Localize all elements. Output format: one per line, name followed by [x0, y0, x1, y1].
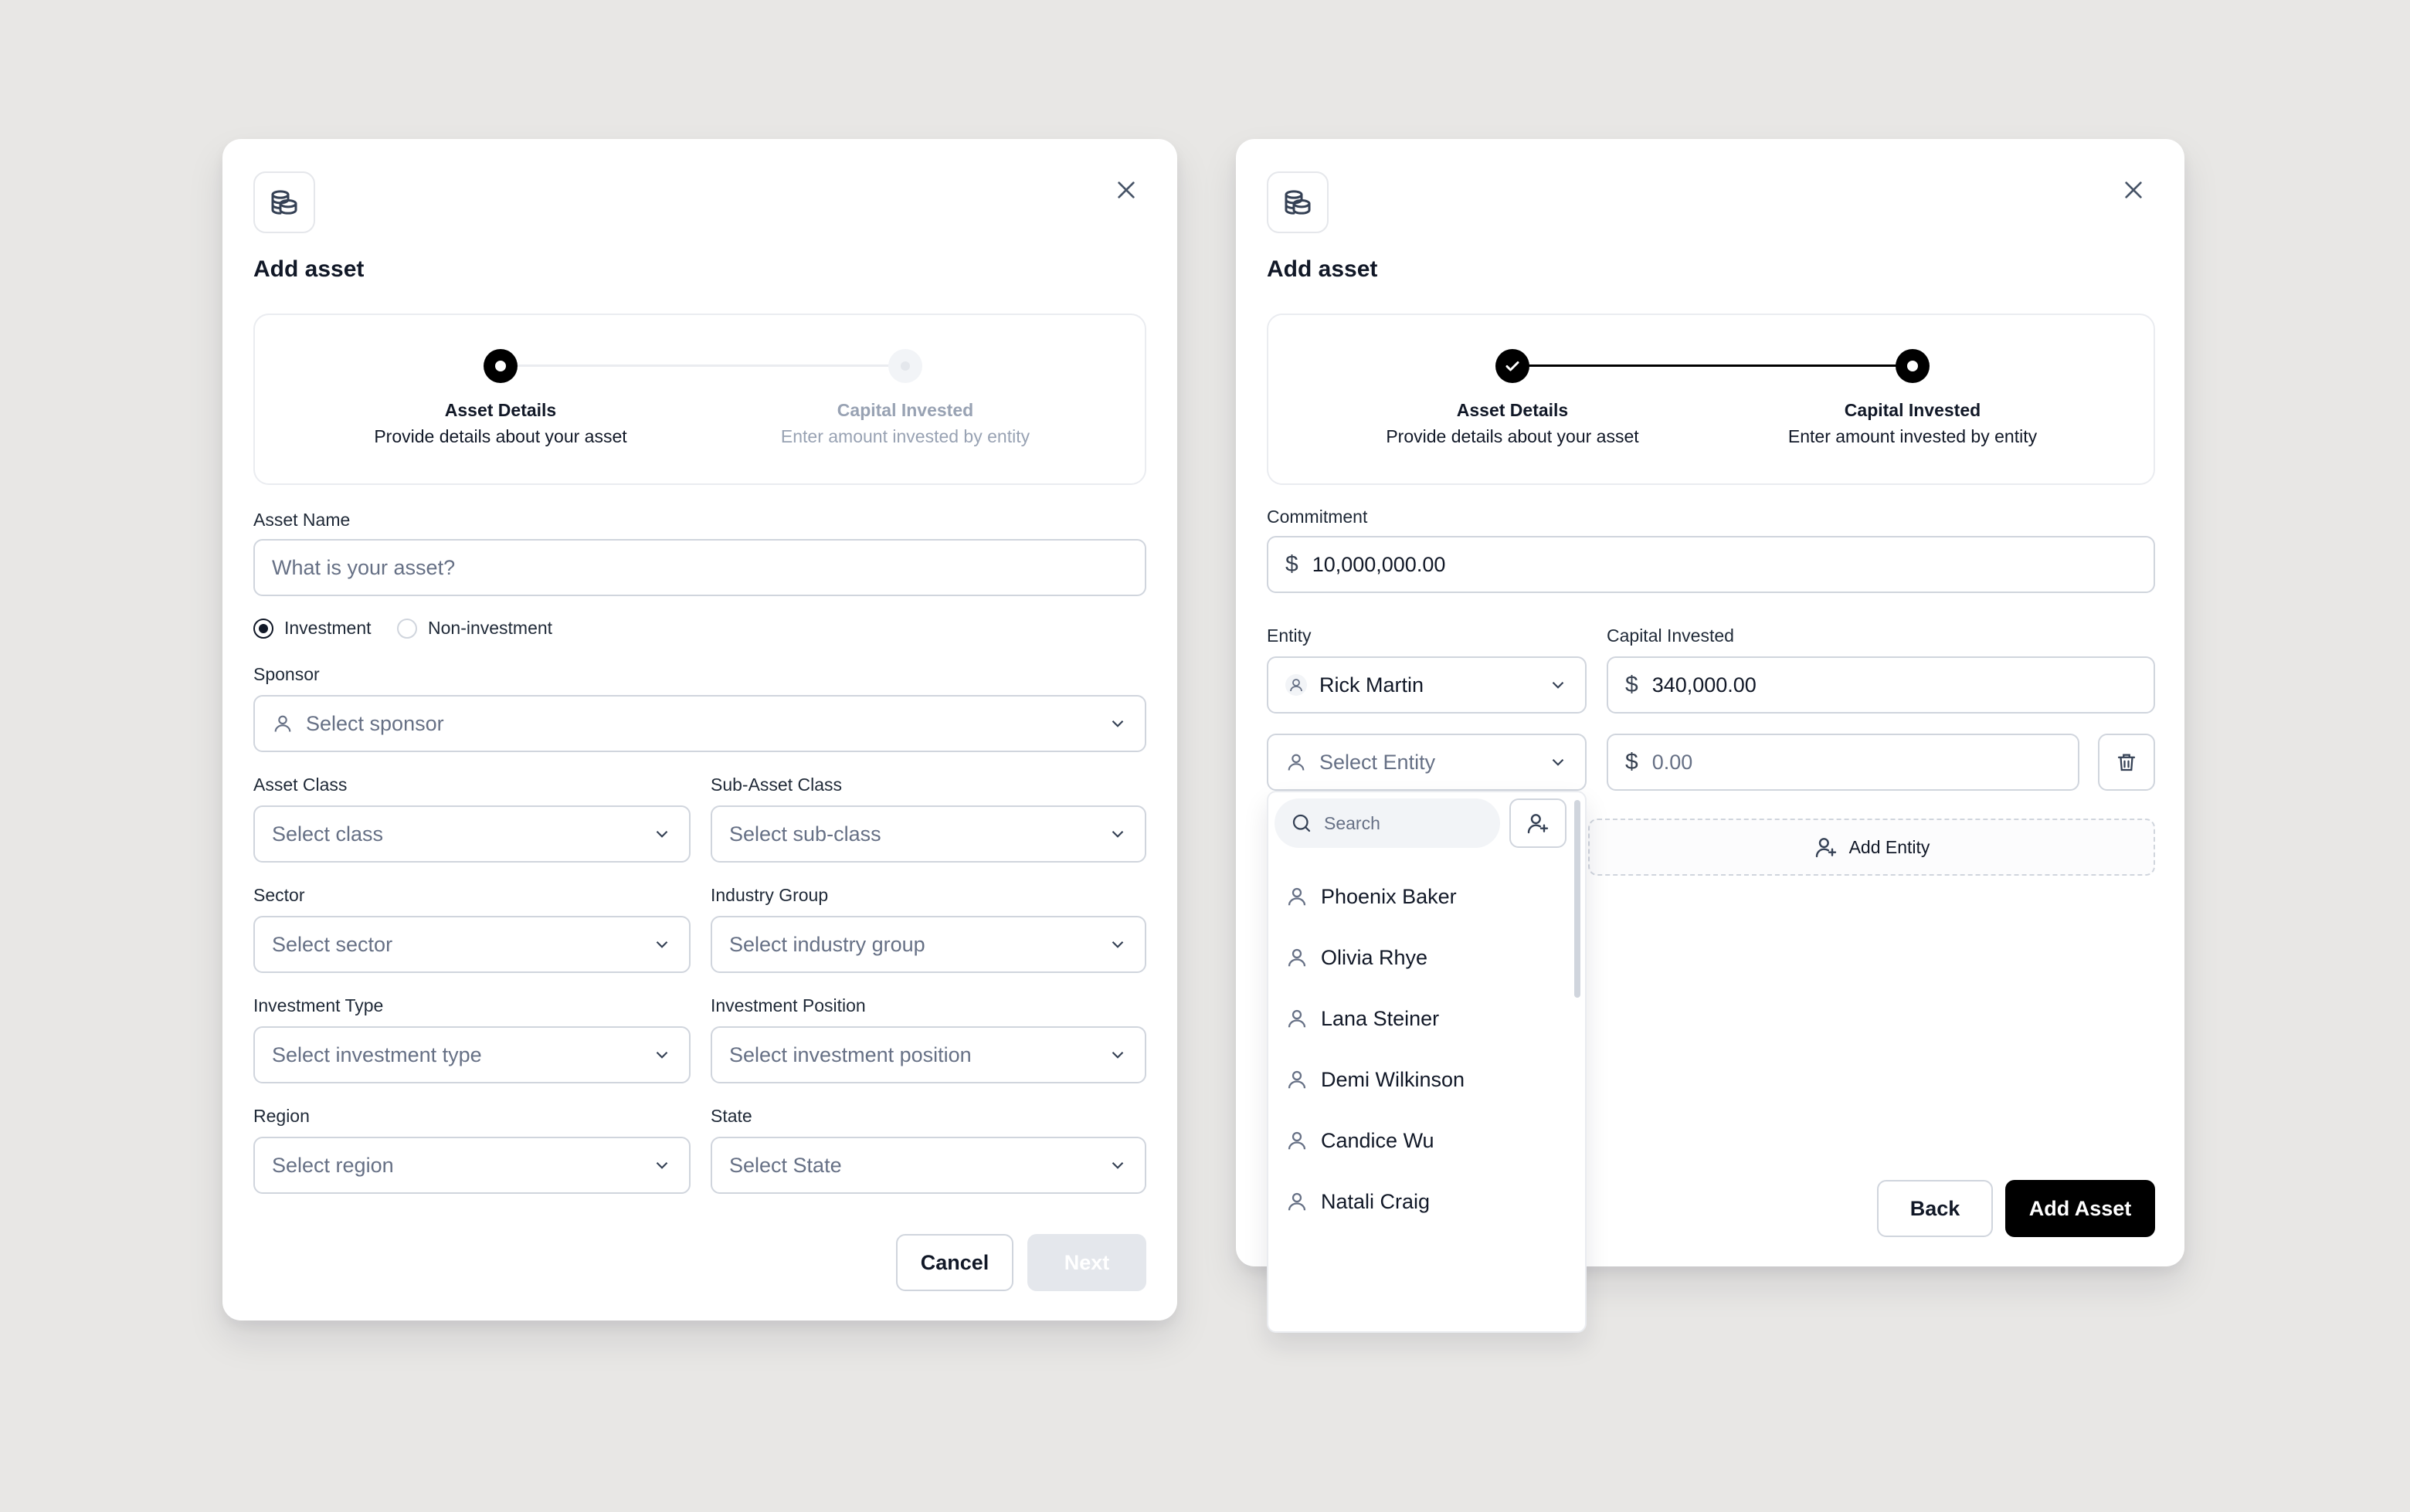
- dollar-icon: $: [1625, 749, 1638, 775]
- investment-type-label: Investment Type: [253, 995, 384, 1015]
- list-item[interactable]: Olivia Rhye: [1285, 938, 1427, 977]
- check-icon: [1495, 349, 1529, 383]
- industry-group-select[interactable]: Select industry group: [711, 916, 1146, 973]
- step-indicator: [1896, 349, 1930, 383]
- radio-unchecked[interactable]: [397, 618, 417, 639]
- step-indicator: [484, 349, 518, 383]
- stepper: Asset Details Provide details about your…: [253, 314, 1146, 485]
- chevron-down-icon: [1112, 720, 1124, 727]
- stepper: Asset Details Provide details about your…: [1267, 314, 2155, 485]
- user-icon: [1288, 754, 1305, 771]
- trash-icon: [2117, 754, 2136, 771]
- coins-icon: [253, 171, 315, 233]
- add-asset-modal-step-1: Add asset Asset Details Provide details …: [222, 139, 1177, 1320]
- list-item[interactable]: Candice Wu: [1285, 1121, 1434, 1160]
- list-item[interactable]: Lana Steiner: [1285, 999, 1439, 1038]
- investment-type-select[interactable]: Select investment type: [253, 1026, 691, 1083]
- capital-invested-input[interactable]: $ 340,000.00: [1607, 656, 2155, 714]
- entity-label: Entity: [1267, 625, 1312, 646]
- user-plus-icon: [1815, 838, 1836, 858]
- step-connector: [1512, 364, 1913, 367]
- chevron-down-icon: [1112, 1161, 1124, 1169]
- cancel-button[interactable]: Cancel: [896, 1234, 1013, 1291]
- modal-title: Add asset: [1267, 256, 1378, 282]
- sponsor-select[interactable]: Select sponsor: [253, 695, 1146, 752]
- coins-icon: [1267, 171, 1329, 233]
- investment-position-label: Investment Position: [711, 995, 866, 1015]
- user-icon: [274, 715, 291, 732]
- region-select[interactable]: Select region: [253, 1137, 691, 1194]
- search-icon: [1292, 814, 1311, 832]
- chevron-down-icon: [656, 1051, 668, 1059]
- asset-name-input[interactable]: What is your asset?: [253, 539, 1146, 596]
- sector-select[interactable]: Select sector: [253, 916, 691, 973]
- delete-row-button[interactable]: [2098, 734, 2155, 791]
- user-icon: [1288, 1070, 1306, 1089]
- add-asset-modal-step-2: Add asset Asset Details Provide details …: [1236, 139, 2184, 1333]
- chevron-down-icon: [1112, 1051, 1124, 1059]
- asset-name-label: Asset Name: [253, 510, 351, 530]
- close-icon[interactable]: [1109, 173, 1143, 207]
- commitment-input[interactable]: $ 10,000,000.00: [1267, 536, 2155, 593]
- avatar: [1285, 674, 1307, 696]
- radio-checked[interactable]: [253, 618, 273, 639]
- step-indicator: [888, 349, 922, 383]
- scrollbar[interactable]: [1574, 800, 1580, 998]
- user-icon: [1288, 1192, 1306, 1211]
- commitment-label: Commitment: [1267, 507, 1368, 527]
- state-label: State: [711, 1106, 752, 1126]
- close-icon[interactable]: [2116, 173, 2150, 207]
- list-item[interactable]: Natali Craig: [1285, 1182, 1430, 1221]
- user-icon: [1288, 887, 1306, 906]
- entity-select-open[interactable]: Select Entity: [1267, 734, 1587, 791]
- region-label: Region: [253, 1106, 310, 1126]
- search-input[interactable]: Search: [1275, 798, 1500, 848]
- capital-invested-label: Capital Invested: [1607, 625, 1734, 646]
- asset-class-select[interactable]: Select class: [253, 805, 691, 863]
- chevron-down-icon: [1112, 941, 1124, 948]
- add-user-button[interactable]: [1509, 798, 1566, 848]
- user-icon: [1288, 1131, 1306, 1150]
- chevron-down-icon: [1552, 758, 1564, 766]
- sub-asset-class-label: Sub-Asset Class: [711, 775, 843, 795]
- add-entity-button[interactable]: Add Entity: [1588, 819, 2155, 876]
- sponsor-label: Sponsor: [253, 664, 320, 684]
- entity-dropdown: Search Phoenix Baker Olivia Rhye Lana St…: [1267, 791, 1587, 1333]
- user-icon: [1288, 948, 1306, 967]
- state-select[interactable]: Select State: [711, 1137, 1146, 1194]
- sub-asset-class-select[interactable]: Select sub-class: [711, 805, 1146, 863]
- list-item[interactable]: Phoenix Baker: [1285, 877, 1457, 916]
- chevron-down-icon: [656, 830, 668, 838]
- chevron-down-icon: [1112, 830, 1124, 838]
- back-button[interactable]: Back: [1877, 1180, 1993, 1237]
- chevron-down-icon: [656, 1161, 668, 1169]
- user-plus-icon: [1527, 814, 1549, 834]
- chevron-down-icon: [1552, 681, 1564, 689]
- investment-position-select[interactable]: Select investment position: [711, 1026, 1146, 1083]
- dollar-icon: $: [1285, 551, 1298, 577]
- chevron-down-icon: [656, 941, 668, 948]
- next-button[interactable]: Next: [1027, 1234, 1146, 1291]
- sector-label: Sector: [253, 885, 305, 905]
- dollar-icon: $: [1625, 672, 1638, 697]
- user-icon: [1288, 1009, 1306, 1028]
- industry-group-label: Industry Group: [711, 885, 829, 905]
- entity-select[interactable]: Rick Martin: [1267, 656, 1587, 714]
- step-connector: [518, 364, 904, 367]
- asset-class-label: Asset Class: [253, 775, 348, 795]
- capital-invested-input-empty[interactable]: $ 0.00: [1607, 734, 2079, 791]
- list-item[interactable]: Demi Wilkinson: [1285, 1060, 1465, 1099]
- radio-investment[interactable]: Investment: [253, 618, 372, 639]
- modal-title: Add asset: [253, 256, 365, 282]
- radio-non-investment[interactable]: Non-investment: [397, 618, 552, 639]
- add-asset-button[interactable]: Add Asset: [2005, 1180, 2155, 1237]
